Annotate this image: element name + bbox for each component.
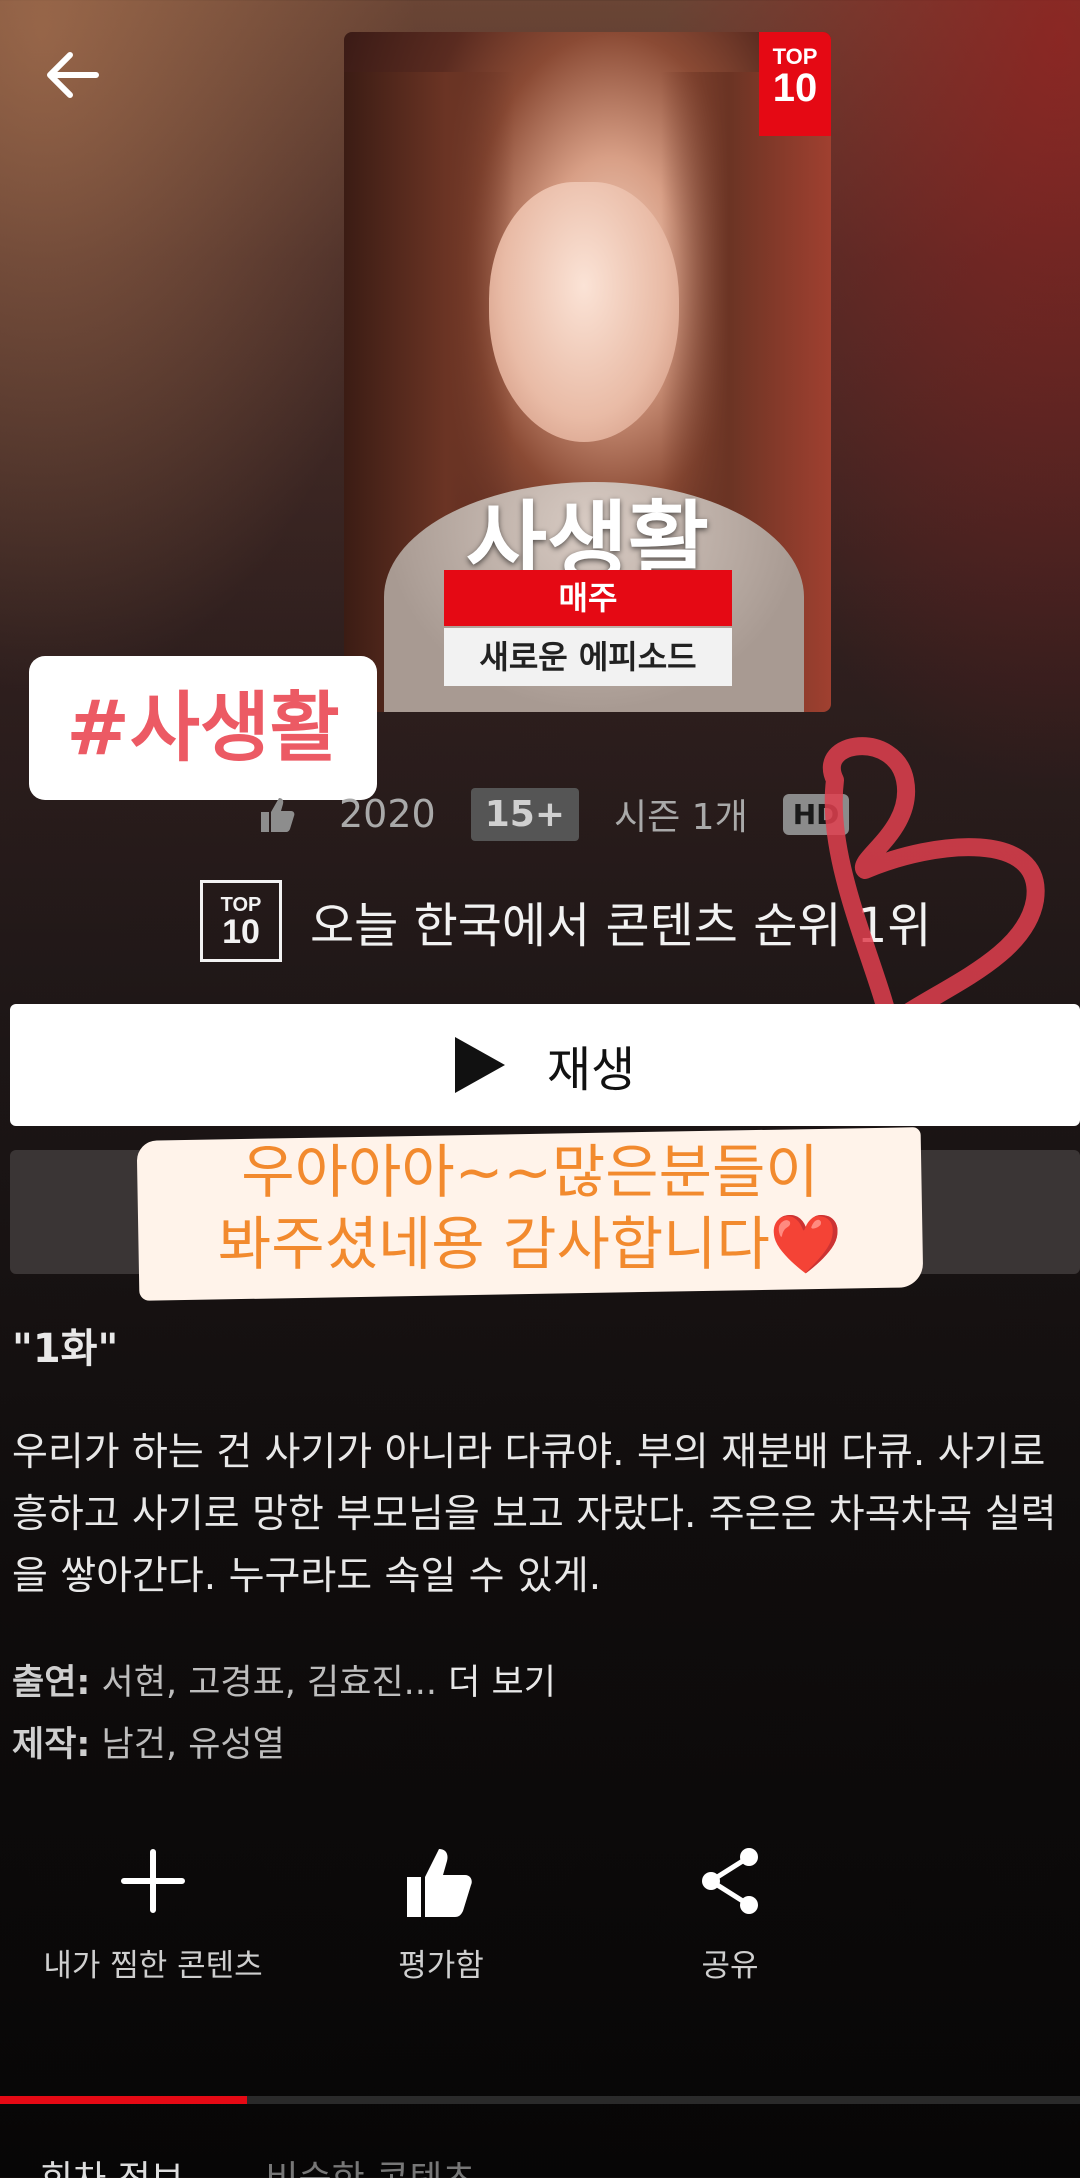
tab-episodes[interactable]: 회차 정보 xyxy=(40,2159,184,2178)
age-rating-badge: 15+ xyxy=(470,787,579,841)
tab-labels: 회차 정보 비슷한 콘텐츠 xyxy=(40,2150,546,2178)
release-year: 2020 xyxy=(339,792,436,836)
credits: 출연: 서현, 고경표, 김효진... 더 보기 제작: 남건, 유성열 xyxy=(12,1652,556,1776)
my-list-button[interactable]: 내가 찜한 콘텐츠 xyxy=(3,1836,303,1985)
top10-icon: TOP 10 xyxy=(200,880,282,962)
hashtag-sticker: #사생활 xyxy=(29,656,377,800)
action-bar: 내가 찜한 콘텐츠 평가함 공유 xyxy=(0,1836,1080,2006)
play-button-label: 재생 xyxy=(546,1042,636,1098)
drawn-heart-icon xyxy=(823,737,1045,1034)
cast-more-link[interactable]: 더 보기 xyxy=(448,1663,556,1703)
share-button[interactable]: 공유 xyxy=(580,1836,880,1985)
play-button[interactable]: 재생 xyxy=(10,1004,1080,1126)
top10-badge: TOP 10 xyxy=(759,32,831,136)
season-count: 시즌 1개 xyxy=(613,797,748,838)
back-button[interactable] xyxy=(38,40,108,110)
cast-line: 출연: 서현, 고경표, 김효진... 더 보기 xyxy=(12,1663,556,1703)
play-icon xyxy=(454,1037,505,1093)
active-tab-indicator xyxy=(0,2096,247,2104)
share-icon xyxy=(702,1848,758,1914)
title-metadata: 2020 15+ 시즌 1개 HD xyxy=(255,782,850,846)
title-poster: TOP 10 사생활 매주 새로운 에피소드 xyxy=(344,32,831,712)
poster-weekly-label: 매주 xyxy=(444,570,732,626)
rate-button[interactable]: 평가함 xyxy=(291,1836,591,1985)
episode-title: "1화" xyxy=(12,1326,119,1372)
creator-line: 제작: 남건, 유성열 xyxy=(12,1725,285,1765)
plus-icon xyxy=(121,1849,185,1913)
text-sticker: 우아아아~~많은분들이 봐주셨네용 감사합니다❤️ xyxy=(217,1138,843,1278)
tab-similar[interactable]: 비슷한 콘텐츠 xyxy=(265,2159,475,2178)
tab-indicator-bar xyxy=(0,2096,1080,2104)
thumbs-up-icon xyxy=(407,1849,472,1917)
arrow-left-icon xyxy=(47,52,99,98)
synopsis: 우리가 하는 건 사기가 아니라 다큐야. 부의 재분배 다큐. 사기로 흥하고… xyxy=(12,1430,1057,1599)
poster-new-episodes-label: 새로운 에피소드 xyxy=(444,628,732,686)
poster-face-image xyxy=(489,182,679,442)
thumbs-up-icon xyxy=(261,798,295,832)
